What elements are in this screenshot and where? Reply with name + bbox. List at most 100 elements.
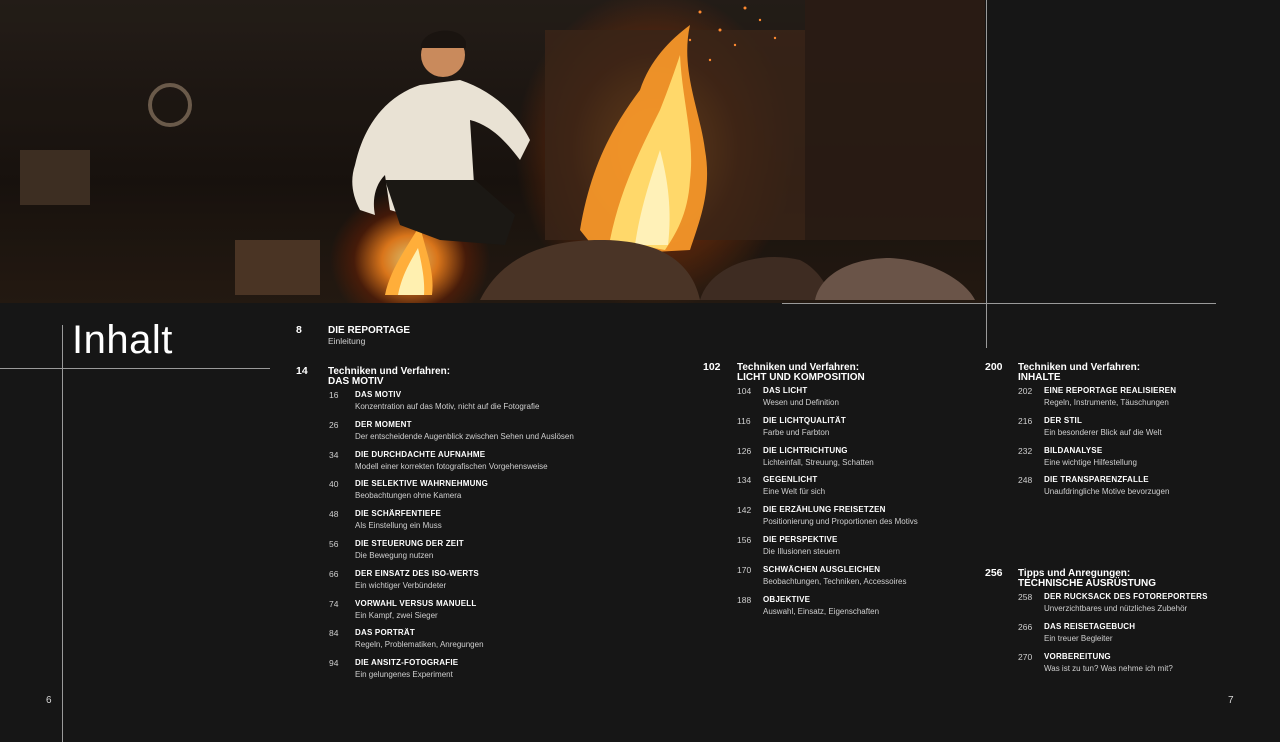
toc-entry: 66 DER EINSATZ DES ISO-WERTS Ein wichtiger…: [329, 569, 569, 595]
toc-entry: 104 DAS LICHT Wesen und Definition: [737, 386, 977, 412]
toc-entry: 40 DIE SELEKTIVE WAHRNEHMUNG Beobachtungen…: [329, 479, 569, 505]
entry-title: DAS REISETAGEBUCH: [1044, 621, 1136, 631]
entry-page-number: 66: [329, 568, 339, 579]
entry-subtitle: Eine Welt für sich: [763, 487, 826, 497]
entry-subtitle: Wesen und Definition: [763, 398, 839, 407]
entry-page-number: 270: [1018, 651, 1033, 662]
entry-page-number: 266: [1018, 621, 1033, 632]
toc-entry: 216 DER STIL Ein besonderer Blick auf die …: [1018, 416, 1258, 442]
entry-page-number: 202: [1018, 386, 1033, 396]
entry-title: DAS PORTRÄT: [355, 628, 415, 638]
left-horizontal-rule: [0, 368, 270, 369]
entry-subtitle: Der entscheidende Augenblick zwischen Se…: [355, 431, 574, 441]
entry-title: DIE LICHTQUALITÄT: [763, 415, 846, 425]
toc-entry: 74 VORWAHL VERSUS MANUELL Ein Kampf, zwei …: [329, 599, 569, 625]
entry-subtitle: Positionierung und Proportionen des Moti…: [763, 517, 918, 527]
section-subheading: INHALTE: [1018, 372, 1061, 383]
entry-page-number: 232: [1018, 445, 1033, 456]
section-subheading: TECHNISCHE AUSRÜSTUNG: [1018, 578, 1156, 589]
toc-entry: 56 DIE STEUERUNG DER ZEIT Die Bewegung nut…: [329, 539, 569, 565]
toc-entry: 142 DIE ERZÄHLUNG FREISETZEN Positionierun…: [737, 505, 977, 531]
entry-subtitle: Was ist zu tun? Was nehme ich mit?: [1044, 663, 1173, 673]
entry-title: DER EINSATZ DES ISO-WERTS: [355, 568, 479, 578]
entry-page-number: 16: [329, 390, 339, 400]
entry-subtitle: Unverzichtbares und nützliches Zubehör: [1044, 604, 1188, 613]
toc-entry: 134 GEGENLICHT Eine Welt für sich: [737, 475, 977, 501]
intro-subtitle: Einleitung: [328, 336, 366, 346]
section-page-number: 14: [296, 365, 308, 377]
entry-title: VORWAHL VERSUS MANUELL: [355, 598, 477, 608]
entry-title: DIE TRANSPARENZFALLE: [1044, 475, 1149, 485]
entry-subtitle: Beobachtungen ohne Kamera: [355, 491, 462, 501]
entry-subtitle: Farbe und Farbton: [763, 427, 830, 437]
entry-page-number: 216: [1018, 415, 1033, 426]
toc-entry: 26 DER MOMENT Der entscheidende Augenblick…: [329, 419, 574, 446]
section-subheading: DAS MOTIV: [328, 376, 384, 387]
entry-title: VORBEREITUNG: [1044, 651, 1111, 661]
entry-page-number: 258: [1018, 592, 1033, 602]
section-subheading: LICHT UND KOMPOSITION: [737, 372, 865, 383]
toc-entry: 34 DIE DURCHDACHTE AUFNAHME Modell einer k…: [329, 450, 569, 476]
right-horizontal-rule: [782, 303, 1216, 304]
entry-subtitle: Regeln, Instrumente, Täuschungen: [1044, 398, 1169, 407]
entry-title: DIE PERSPEKTIVE: [763, 535, 838, 544]
entry-title: OBJEKTIVE: [763, 594, 811, 604]
page-number-left: 6: [46, 695, 52, 706]
entry-title: DIE ANSITZ-FOTOGRAFIE: [355, 658, 459, 668]
entry-page-number: 48: [329, 509, 339, 520]
entry-page-number: 26: [329, 419, 339, 430]
entry-page-number: 248: [1018, 475, 1033, 486]
toc-entry: 270 VORBEREITUNG Was ist zu tun? Was nehme…: [1018, 652, 1258, 678]
entry-title: SCHWÄCHEN AUSGLEICHEN: [763, 564, 881, 574]
entry-title: DAS LICHT: [763, 386, 808, 395]
entry-page-number: 84: [329, 628, 339, 639]
entry-subtitle: Konzentration auf das Motiv, nicht auf d…: [355, 402, 540, 411]
entry-title: GEGENLICHT: [763, 475, 818, 485]
entry-subtitle: Ein besonderer Blick auf die Welt: [1044, 427, 1162, 437]
entry-page-number: 188: [737, 594, 752, 605]
toc-entry: 94 DIE ANSITZ-FOTOGRAFIE Ein gelungenes Ex…: [329, 658, 569, 684]
entry-subtitle: Unaufdringliche Motive bevorzugen: [1044, 487, 1170, 497]
entry-subtitle: Lichteinfall, Streuung, Schatten: [763, 457, 874, 467]
entry-subtitle: Ein treuer Begleiter: [1044, 633, 1113, 643]
toc-entry: 170 SCHWÄCHEN AUSGLEICHEN Beobachtungen, T…: [737, 565, 977, 591]
toc-entry: 84 DAS PORTRÄT Regeln, Problematiken, Anre…: [329, 628, 569, 654]
entry-subtitle: Modell einer korrekten fotografischen Vo…: [355, 461, 548, 471]
entry-subtitle: Als Einstellung ein Muss: [355, 521, 442, 531]
entry-subtitle: Eine wichtige Hilfestellung: [1044, 457, 1137, 467]
entry-subtitle: Ein gelungenes Experiment: [355, 670, 453, 680]
entry-title: DIE DURCHDACHTE AUFNAHME: [355, 449, 486, 459]
entry-title: DIE STEUERUNG DER ZEIT: [355, 539, 464, 548]
section-page-number: 256: [985, 567, 1003, 579]
toc-entry: 258 DER RUCKSACK DES FOTOREPORTERS Unverzi…: [1018, 592, 1258, 618]
intro-page-number: 8: [296, 324, 302, 336]
entry-page-number: 116: [737, 415, 751, 426]
toc-entry: 248 DIE TRANSPARENZFALLE Unaufdringliche M…: [1018, 475, 1258, 501]
entry-subtitle: Die Illusionen steuern: [763, 547, 840, 556]
entry-page-number: 104: [737, 386, 752, 396]
section-page-number: 200: [985, 361, 1003, 373]
entry-title: EINE REPORTAGE REALISIEREN: [1044, 386, 1177, 395]
entry-page-number: 126: [737, 445, 752, 456]
toc-entry: 202 EINE REPORTAGE REALISIEREN Regeln, Ins…: [1018, 386, 1258, 412]
entry-subtitle: Auswahl, Einsatz, Eigenschaften: [763, 606, 880, 616]
entry-title: DAS MOTIV: [355, 390, 402, 399]
entry-page-number: 56: [329, 539, 339, 549]
entry-page-number: 156: [737, 535, 752, 545]
toc-entry: 116 DIE LICHTQUALITÄT Farbe und Farbton: [737, 416, 977, 442]
entry-page-number: 74: [329, 598, 339, 609]
entry-title: BILDANALYSE: [1044, 445, 1103, 455]
entry-title: DIE SCHÄRFENTIEFE: [355, 509, 442, 519]
entry-title: DIE SELEKTIVE WAHRNEHMUNG: [355, 479, 489, 489]
entry-subtitle: Ein wichtiger Verbündeter: [355, 580, 447, 590]
page-title: Inhalt: [72, 318, 173, 362]
toc-entry: 16 DAS MOTIV Konzentration auf das Motiv, …: [329, 390, 569, 416]
toc-entry: 156 DIE PERSPEKTIVE Die Illusionen steuern: [737, 535, 977, 561]
toc-entry: 266 DAS REISETAGEBUCH Ein treuer Begleiter: [1018, 622, 1258, 648]
page-number-right: 7: [1228, 695, 1234, 706]
entry-subtitle: Regeln, Problematiken, Anregungen: [355, 640, 484, 650]
entry-page-number: 34: [329, 449, 339, 460]
entry-title: DIE ERZÄHLUNG FREISETZEN: [763, 505, 886, 515]
cover-photo: [0, 0, 985, 303]
left-vertical-rule: [62, 325, 63, 742]
